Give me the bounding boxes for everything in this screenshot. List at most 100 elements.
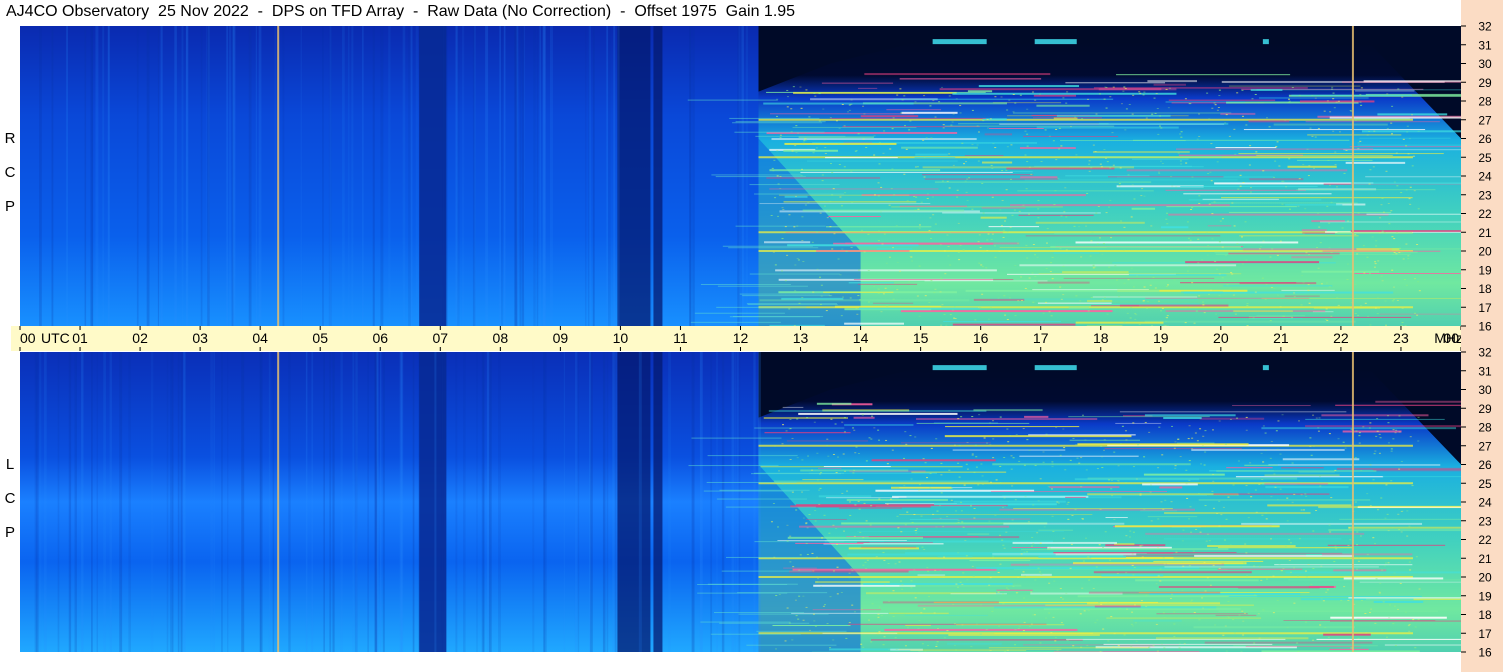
noise-speckle [1158,173,1161,175]
noise-speckle [818,503,821,505]
utc-tick-label: 15 [913,330,929,346]
noise-speckle [1003,295,1006,297]
noise-speckle [822,201,825,203]
noise-speckle [793,226,796,228]
noise-speckle [1012,585,1015,587]
noise-speckle [1143,456,1146,458]
noise-speckle [1409,203,1412,205]
interference-streak [911,471,1007,473]
interference-streak [1305,418,1445,420]
time-striation [519,26,522,326]
noise-speckle [1103,297,1106,299]
interference-streak [900,442,991,444]
noise-speckle [883,233,886,235]
noise-speckle [1221,277,1224,279]
noise-speckle [1411,114,1414,116]
noise-speckle [1103,449,1106,451]
noise-speckle [1387,442,1390,444]
noise-speckle [1157,575,1160,577]
noise-speckle [1381,569,1384,571]
noise-speckle [1413,190,1416,192]
noise-speckle [1022,204,1025,206]
noise-speckle [864,561,867,563]
noise-speckle [1273,176,1276,178]
noise-speckle [1312,639,1315,641]
noise-speckle [903,95,906,97]
noise-speckle [1411,485,1414,487]
noise-speckle [1189,239,1192,241]
time-striation [415,26,419,326]
noise-speckle [1377,260,1380,262]
noise-speckle [816,452,819,454]
noise-speckle [938,504,941,506]
noise-speckle [1135,478,1138,480]
noise-speckle [1207,293,1210,295]
noise-speckle [1106,313,1109,315]
noise-speckle [1208,118,1211,120]
noise-speckle [939,277,942,279]
interference-streak [754,193,845,195]
noise-speckle [941,304,944,306]
time-striation [39,352,42,652]
noise-speckle [1094,266,1097,268]
noise-speckle [960,510,963,512]
noise-speckle [977,131,980,133]
noise-speckle [1320,598,1323,600]
noise-speckle [909,120,912,122]
utc-tick-label: 20 [1213,330,1229,346]
noise-speckle [926,567,929,569]
interference-streak [1108,176,1224,178]
noise-speckle [946,516,949,518]
noise-speckle [992,438,995,440]
noise-speckle [776,150,779,152]
noise-speckle [885,262,888,264]
interference-streak [1228,85,1361,87]
noise-speckle [1407,625,1410,627]
noise-speckle [1258,248,1261,250]
noise-speckle [770,521,773,523]
noise-speckle [1053,204,1056,206]
noise-speckle [1155,583,1158,585]
noise-speckle [918,224,921,226]
noise-speckle [991,196,994,198]
noise-speckle [957,418,960,420]
noise-speckle [918,227,921,229]
noise-speckle [1302,282,1305,284]
noise-speckle [851,201,854,203]
interference-streak [899,78,1042,80]
noise-speckle [1279,306,1282,308]
noise-speckle [957,586,960,588]
time-striation [668,352,671,652]
noise-speckle [789,418,792,420]
noise-speckle [1023,575,1026,577]
noise-speckle [1020,553,1023,555]
noise-speckle [1380,275,1383,277]
noise-speckle [1253,642,1256,644]
time-striation [342,26,345,326]
time-striation [282,26,285,326]
noise-speckle [1386,636,1389,638]
noise-speckle [1262,170,1265,172]
noise-speckle [1160,310,1163,312]
noise-speckle [910,580,913,582]
noise-speckle [951,309,954,311]
noise-speckle [1212,480,1215,482]
noise-speckle [1317,213,1320,215]
noise-speckle [1369,505,1372,507]
time-striation [402,26,406,326]
noise-speckle [1269,320,1272,322]
interference-streak [691,437,782,439]
noise-speckle [1349,539,1352,541]
noise-speckle [1219,220,1222,222]
interference-streak [1075,241,1299,244]
noise-speckle [1050,632,1053,634]
noise-speckle [1411,165,1414,167]
noise-speckle [1319,624,1322,626]
noise-speckle [1157,467,1160,469]
noise-speckle [1162,557,1165,559]
noise-speckle [1184,98,1187,100]
noise-speckle [1134,622,1137,624]
noise-speckle [1206,92,1209,94]
noise-speckle [814,520,817,522]
noise-speckle [1132,625,1135,627]
